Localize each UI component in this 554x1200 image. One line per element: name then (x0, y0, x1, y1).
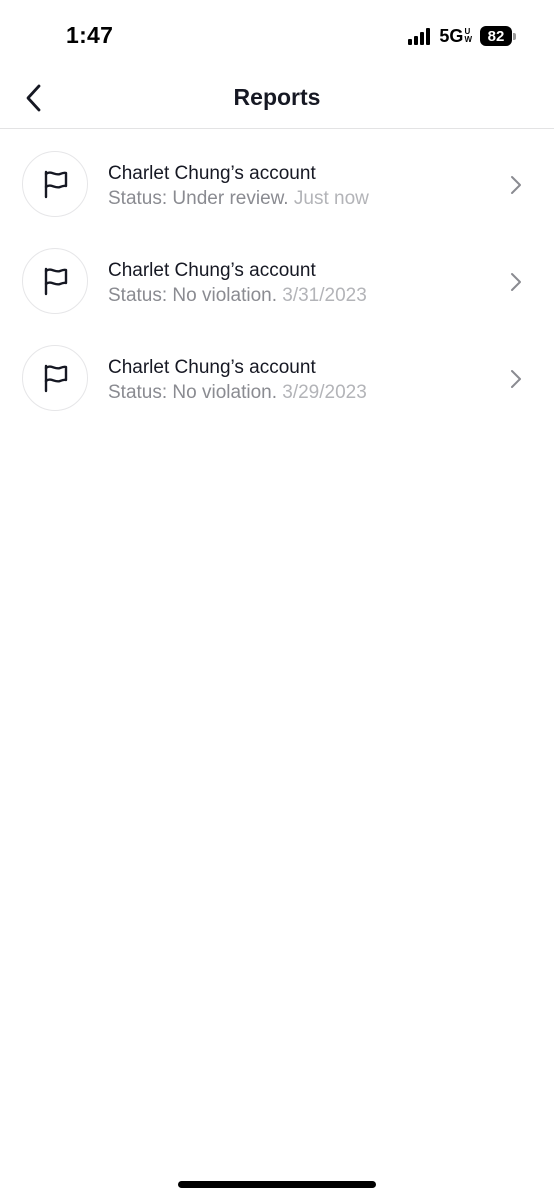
signal-strength-icon (408, 27, 432, 45)
report-text: Charlet Chung’s account Status: No viola… (108, 356, 367, 405)
report-status-line: Status: No violation. 3/29/2023 (108, 380, 367, 405)
report-status: Status: No violation. (108, 382, 277, 403)
network-sup: U W (464, 26, 472, 44)
report-title: Charlet Chung’s account (108, 357, 316, 378)
status-time: 1:47 (66, 22, 114, 48)
chevron-right-icon (511, 273, 521, 291)
flag-icon (44, 170, 68, 199)
report-item[interactable]: Charlet Chung’s account Status: No viola… (0, 233, 554, 330)
flag-icon-container (22, 248, 88, 314)
nav-header: Reports (0, 72, 554, 129)
chevron-right-icon (511, 176, 521, 194)
report-item[interactable]: Charlet Chung’s account Status: Under re… (0, 136, 554, 233)
report-text: Charlet Chung’s account Status: No viola… (108, 259, 367, 308)
report-item[interactable]: Charlet Chung’s account Status: No viola… (0, 330, 554, 427)
network-type: 5G U W (439, 26, 472, 47)
chevron-right-icon (511, 370, 521, 388)
report-time: 3/31/2023 (282, 285, 367, 306)
page-title: Reports (233, 84, 321, 110)
reports-list: Charlet Chung’s account Status: Under re… (0, 136, 554, 427)
battery-icon: 82 (480, 26, 516, 46)
flag-icon (44, 267, 68, 296)
report-title: Charlet Chung’s account (108, 163, 316, 184)
report-status-line: Status: Under review. Just now (108, 186, 369, 211)
flag-icon (44, 364, 68, 393)
flag-icon-container (22, 151, 88, 217)
report-text: Charlet Chung’s account Status: Under re… (108, 162, 369, 211)
report-status-line: Status: No violation. 3/31/2023 (108, 283, 367, 308)
flag-icon-container (22, 345, 88, 411)
report-title: Charlet Chung’s account (108, 260, 316, 281)
status-indicators: 5G U W 82 (408, 25, 516, 47)
report-status: Status: Under review. (108, 188, 289, 209)
status-bar: 1:47 5G U W 82 (0, 0, 554, 72)
home-indicator[interactable] (178, 1181, 376, 1188)
battery-cap (513, 32, 516, 40)
report-time: Just now (293, 188, 369, 209)
report-status: Status: No violation. (108, 285, 277, 306)
network-label: 5G (439, 25, 464, 46)
battery-level: 82 (480, 26, 512, 46)
report-time: 3/29/2023 (282, 382, 367, 403)
